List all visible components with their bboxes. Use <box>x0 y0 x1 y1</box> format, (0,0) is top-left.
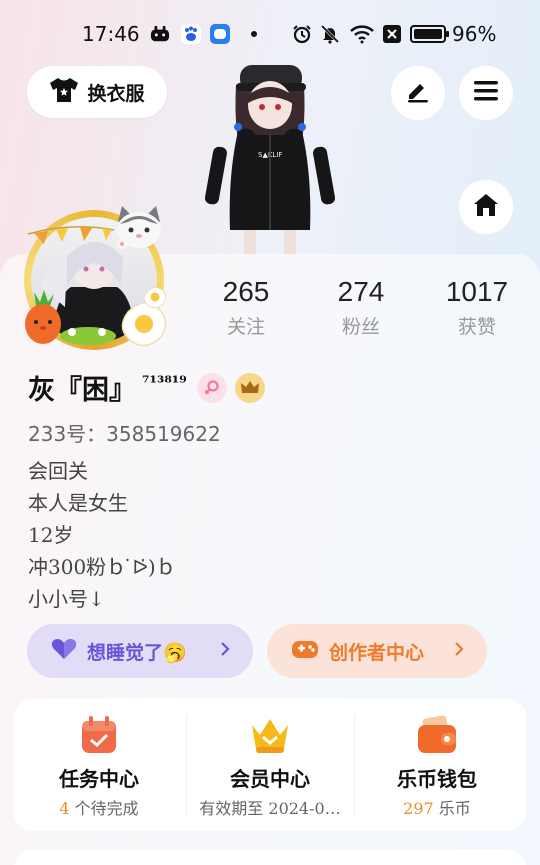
bio-line: 12岁 <box>28 523 74 547</box>
task-center-subtitle: 4 个待完成 <box>14 795 184 819</box>
leaf-decoration-icon <box>58 320 118 350</box>
edit-profile-button[interactable] <box>391 66 445 120</box>
vip-center-title: 会员中心 <box>230 767 310 791</box>
stat-followers[interactable]: 274 粉丝 <box>306 276 416 339</box>
heart-icon <box>51 638 77 664</box>
cat-decoration-icon <box>110 200 168 262</box>
chevron-right-icon <box>219 639 231 663</box>
bio-line: 会回关 <box>28 459 88 483</box>
wallet-unit: 乐币 <box>433 799 471 818</box>
mute-bell-icon <box>320 24 340 44</box>
pencil-icon <box>405 78 431 108</box>
status-time: 17:46 <box>82 22 140 46</box>
wallet-title: 乐币钱包 <box>397 767 477 791</box>
creator-center-label: 创作者中心 <box>329 641 425 664</box>
vip-center-button[interactable]: 会员中心 有效期至 2024-0… <box>185 699 355 831</box>
avatar-character-figure[interactable]: S▲KLIF <box>200 55 340 255</box>
battery-percentage: 96% <box>452 22 497 46</box>
creator-center-button[interactable]: 创作者中心 <box>267 624 487 678</box>
task-center-title: 任务中心 <box>59 767 139 791</box>
stat-followers-label: 粉丝 <box>341 316 380 338</box>
stat-likes-count: 1017 <box>445 276 509 307</box>
profile-name-row: 灰『困』 ⁷¹³⁸¹⁹ <box>28 368 265 407</box>
stat-followers-count: 274 <box>337 276 385 307</box>
wifi-icon <box>349 24 375 44</box>
wallet-button[interactable]: 乐币钱包 297 乐币 <box>352 699 522 831</box>
chevron-right-icon <box>453 639 465 663</box>
bio-line: 本人是女生 <box>28 491 128 515</box>
change-outfit-label: 换衣服 <box>87 82 145 105</box>
wallet-balance: 297 <box>403 799 434 818</box>
profile-bio: 会回关 本人是女生 12岁 冲300粉ｂ ̇ᐅ̇)ｂ 小小号↓ <box>28 455 176 615</box>
wallet-icon <box>415 713 459 757</box>
task-pending-count: 4 <box>59 799 70 818</box>
chat-app-notification-icon <box>210 24 230 44</box>
stat-following-label: 关注 <box>226 316 265 338</box>
bio-line: 冲300粉ｂ ̇ᐅ̇)ｂ <box>28 555 176 579</box>
profile-name: 灰『困』 <box>28 375 136 406</box>
more-notifications-dot-icon <box>244 24 264 44</box>
profile-name-superscript: ⁷¹³⁸¹⁹ <box>142 372 187 393</box>
wallet-subtitle: 297 乐币 <box>352 795 522 819</box>
baidu-paw-notification-icon <box>181 24 201 44</box>
alarm-icon <box>292 24 312 44</box>
mood-status-label: 想睡觉了🥱 <box>87 641 187 664</box>
hamburger-menu-icon <box>473 79 499 107</box>
game-controller-notification-icon <box>150 24 170 44</box>
menu-button[interactable] <box>459 66 513 120</box>
bio-line: 小小号↓ <box>28 587 105 611</box>
tshirt-icon <box>49 77 79 107</box>
task-pending-text: 个待完成 <box>69 799 139 818</box>
home-icon <box>472 192 500 222</box>
task-center-button[interactable]: 任务中心 4 个待完成 <box>14 699 184 831</box>
change-outfit-button[interactable]: 换衣服 <box>27 66 167 118</box>
female-gender-icon <box>196 372 227 403</box>
profile-avatar[interactable] <box>18 200 173 355</box>
crown-level-icon[interactable] <box>234 372 265 403</box>
next-section-card-edge <box>14 850 526 865</box>
stat-following-count: 265 <box>222 276 270 307</box>
no-sim-icon <box>382 24 402 44</box>
crown-icon <box>248 713 292 757</box>
stat-likes-label: 获赞 <box>457 316 496 338</box>
services-panel: 任务中心 4 个待完成 会员中心 有效期至 2024-0… 乐币钱包 297 乐… <box>14 699 526 831</box>
calendar-check-icon <box>77 713 121 757</box>
mood-status-button[interactable]: 想睡觉了🥱 <box>27 624 253 678</box>
stat-likes[interactable]: 1017 获赞 <box>422 276 532 339</box>
stat-following[interactable]: 265 关注 <box>191 276 301 339</box>
vip-expiry-text: 有效期至 2024-0… <box>199 799 341 818</box>
small-egg-decoration-icon <box>142 284 168 314</box>
home-button[interactable] <box>459 180 513 234</box>
battery-icon <box>410 25 449 43</box>
gamepad-icon <box>291 638 319 664</box>
bunting-flags-decoration-icon <box>26 224 116 252</box>
user-id[interactable]: 233号：358519622 <box>28 418 221 447</box>
